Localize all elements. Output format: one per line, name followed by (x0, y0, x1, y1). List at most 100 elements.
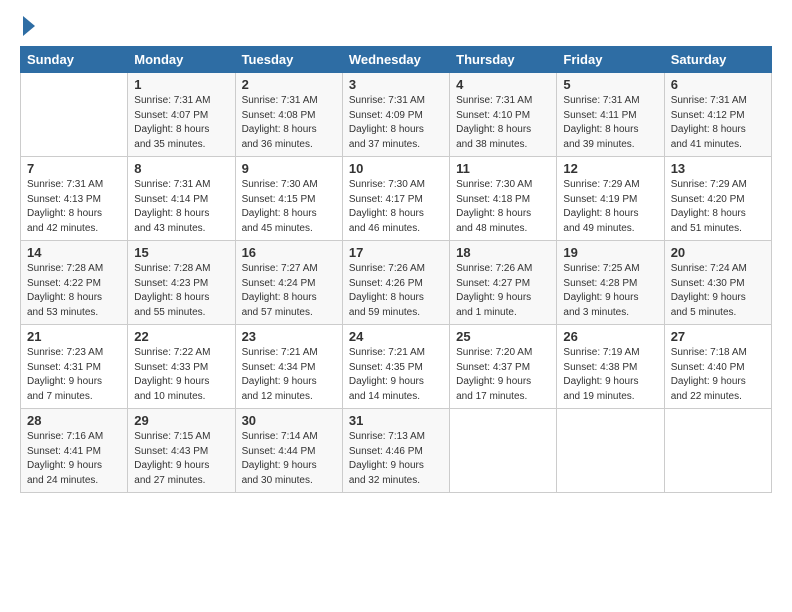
day-cell: 11 Sunrise: 7:30 AMSunset: 4:18 PMDayligh… (450, 157, 557, 241)
day-number: 7 (27, 161, 121, 176)
week-row-5: 28 Sunrise: 7:16 AMSunset: 4:41 PMDayligh… (21, 409, 772, 493)
day-number: 20 (671, 245, 765, 260)
day-cell: 15Sunrise: 7:28 AMSunset: 4:23 PMDayligh… (128, 241, 235, 325)
day-info: Sunrise: 7:31 AMSunset: 4:11 PMDaylight:… (563, 94, 657, 152)
day-number: 19 (563, 245, 657, 260)
day-number: 27 (671, 329, 765, 344)
day-cell: 16 Sunrise: 7:27 AMSunset: 4:24 PMDayligh… (235, 241, 342, 325)
header-day-sunday: Sunday (21, 47, 128, 73)
day-cell: 27 Sunrise: 7:18 AMSunset: 4:40 PMDayligh… (664, 325, 771, 409)
day-info: Sunrise: 7:30 AMSunset: 4:15 PMDaylight:… (242, 178, 336, 236)
day-info: Sunrise: 7:24 AMSunset: 4:30 PMDaylight:… (671, 262, 765, 320)
day-cell: 17 Sunrise: 7:26 AMSunset: 4:26 PMDayligh… (342, 241, 449, 325)
day-cell: 8 Sunrise: 7:31 AMSunset: 4:14 PMDaylight… (128, 157, 235, 241)
day-number: 18 (456, 245, 550, 260)
day-cell: 28 Sunrise: 7:16 AMSunset: 4:41 PMDayligh… (21, 409, 128, 493)
day-number: 16 (242, 245, 336, 260)
day-info: Sunrise: 7:22 AMSunset: 4:33 PMDaylight:… (134, 346, 228, 404)
day-info: Sunrise: 7:13 AMSunset: 4:46 PMDaylight:… (349, 430, 443, 488)
day-cell: 18 Sunrise: 7:26 AMSunset: 4:27 PMDayligh… (450, 241, 557, 325)
day-number: 21 (27, 329, 121, 344)
day-cell: 25 Sunrise: 7:20 AMSunset: 4:37 PMDayligh… (450, 325, 557, 409)
day-cell (21, 73, 128, 157)
day-number: 31 (349, 413, 443, 428)
day-cell: 14Sunrise: 7:28 AMSunset: 4:22 PMDayligh… (21, 241, 128, 325)
day-info: Sunrise: 7:15 AMSunset: 4:43 PMDaylight:… (134, 430, 228, 488)
day-number: 8 (134, 161, 228, 176)
header-day-monday: Monday (128, 47, 235, 73)
calendar-table: SundayMondayTuesdayWednesdayThursdayFrid… (20, 46, 772, 493)
day-cell (450, 409, 557, 493)
day-number: 28 (27, 413, 121, 428)
day-cell: 20 Sunrise: 7:24 AMSunset: 4:30 PMDayligh… (664, 241, 771, 325)
day-number: 11 (456, 161, 550, 176)
week-row-4: 21 Sunrise: 7:23 AMSunset: 4:31 PMDayligh… (21, 325, 772, 409)
day-number: 14 (27, 245, 121, 260)
day-info: Sunrise: 7:31 AMSunset: 4:13 PMDaylight:… (27, 178, 121, 236)
day-info: Sunrise: 7:31 AMSunset: 4:08 PMDaylight:… (242, 94, 336, 152)
day-info: Sunrise: 7:31 AMSunset: 4:10 PMDaylight:… (456, 94, 550, 152)
day-number: 23 (242, 329, 336, 344)
day-cell: 24 Sunrise: 7:21 AMSunset: 4:35 PMDayligh… (342, 325, 449, 409)
day-cell: 30 Sunrise: 7:14 AMSunset: 4:44 PMDayligh… (235, 409, 342, 493)
day-number: 4 (456, 77, 550, 92)
day-cell: 13Sunrise: 7:29 AMSunset: 4:20 PMDayligh… (664, 157, 771, 241)
day-cell: 1 Sunrise: 7:31 AMSunset: 4:07 PMDaylight… (128, 73, 235, 157)
day-number: 10 (349, 161, 443, 176)
week-row-2: 7 Sunrise: 7:31 AMSunset: 4:13 PMDaylight… (21, 157, 772, 241)
header (20, 18, 772, 36)
day-number: 6 (671, 77, 765, 92)
day-number: 26 (563, 329, 657, 344)
day-info: Sunrise: 7:27 AMSunset: 4:24 PMDaylight:… (242, 262, 336, 320)
day-number: 25 (456, 329, 550, 344)
day-info: Sunrise: 7:21 AMSunset: 4:35 PMDaylight:… (349, 346, 443, 404)
day-cell: 4 Sunrise: 7:31 AMSunset: 4:10 PMDaylight… (450, 73, 557, 157)
day-cell: 26 Sunrise: 7:19 AMSunset: 4:38 PMDayligh… (557, 325, 664, 409)
header-day-saturday: Saturday (664, 47, 771, 73)
day-number: 30 (242, 413, 336, 428)
day-cell: 3Sunrise: 7:31 AMSunset: 4:09 PMDaylight… (342, 73, 449, 157)
day-info: Sunrise: 7:14 AMSunset: 4:44 PMDaylight:… (242, 430, 336, 488)
day-cell: 23Sunrise: 7:21 AMSunset: 4:34 PMDayligh… (235, 325, 342, 409)
day-info: Sunrise: 7:31 AMSunset: 4:12 PMDaylight:… (671, 94, 765, 152)
day-info: Sunrise: 7:29 AMSunset: 4:19 PMDaylight:… (563, 178, 657, 236)
logo-arrow-icon (23, 16, 35, 36)
day-info: Sunrise: 7:30 AMSunset: 4:18 PMDaylight:… (456, 178, 550, 236)
day-cell: 9 Sunrise: 7:30 AMSunset: 4:15 PMDaylight… (235, 157, 342, 241)
day-cell (557, 409, 664, 493)
day-info: Sunrise: 7:26 AMSunset: 4:26 PMDaylight:… (349, 262, 443, 320)
day-number: 2 (242, 77, 336, 92)
day-cell: 22Sunrise: 7:22 AMSunset: 4:33 PMDayligh… (128, 325, 235, 409)
day-cell: 19Sunrise: 7:25 AMSunset: 4:28 PMDayligh… (557, 241, 664, 325)
week-row-3: 14Sunrise: 7:28 AMSunset: 4:22 PMDayligh… (21, 241, 772, 325)
header-day-thursday: Thursday (450, 47, 557, 73)
day-cell: 6 Sunrise: 7:31 AMSunset: 4:12 PMDaylight… (664, 73, 771, 157)
day-info: Sunrise: 7:31 AMSunset: 4:07 PMDaylight:… (134, 94, 228, 152)
day-info: Sunrise: 7:29 AMSunset: 4:20 PMDaylight:… (671, 178, 765, 236)
header-day-wednesday: Wednesday (342, 47, 449, 73)
day-cell (664, 409, 771, 493)
day-info: Sunrise: 7:18 AMSunset: 4:40 PMDaylight:… (671, 346, 765, 404)
day-info: Sunrise: 7:23 AMSunset: 4:31 PMDaylight:… (27, 346, 121, 404)
day-info: Sunrise: 7:20 AMSunset: 4:37 PMDaylight:… (456, 346, 550, 404)
logo (20, 18, 35, 36)
day-number: 24 (349, 329, 443, 344)
day-info: Sunrise: 7:26 AMSunset: 4:27 PMDaylight:… (456, 262, 550, 320)
day-info: Sunrise: 7:28 AMSunset: 4:23 PMDaylight:… (134, 262, 228, 320)
header-day-friday: Friday (557, 47, 664, 73)
day-info: Sunrise: 7:16 AMSunset: 4:41 PMDaylight:… (27, 430, 121, 488)
day-number: 1 (134, 77, 228, 92)
day-cell: 12Sunrise: 7:29 AMSunset: 4:19 PMDayligh… (557, 157, 664, 241)
day-cell: 7 Sunrise: 7:31 AMSunset: 4:13 PMDaylight… (21, 157, 128, 241)
day-number: 29 (134, 413, 228, 428)
day-number: 17 (349, 245, 443, 260)
day-info: Sunrise: 7:19 AMSunset: 4:38 PMDaylight:… (563, 346, 657, 404)
day-info: Sunrise: 7:30 AMSunset: 4:17 PMDaylight:… (349, 178, 443, 236)
day-number: 3 (349, 77, 443, 92)
day-cell: 5Sunrise: 7:31 AMSunset: 4:11 PMDaylight… (557, 73, 664, 157)
week-row-1: 1 Sunrise: 7:31 AMSunset: 4:07 PMDaylight… (21, 73, 772, 157)
day-cell: 31 Sunrise: 7:13 AMSunset: 4:46 PMDayligh… (342, 409, 449, 493)
day-info: Sunrise: 7:31 AMSunset: 4:14 PMDaylight:… (134, 178, 228, 236)
day-number: 9 (242, 161, 336, 176)
calendar-page: SundayMondayTuesdayWednesdayThursdayFrid… (0, 0, 792, 612)
